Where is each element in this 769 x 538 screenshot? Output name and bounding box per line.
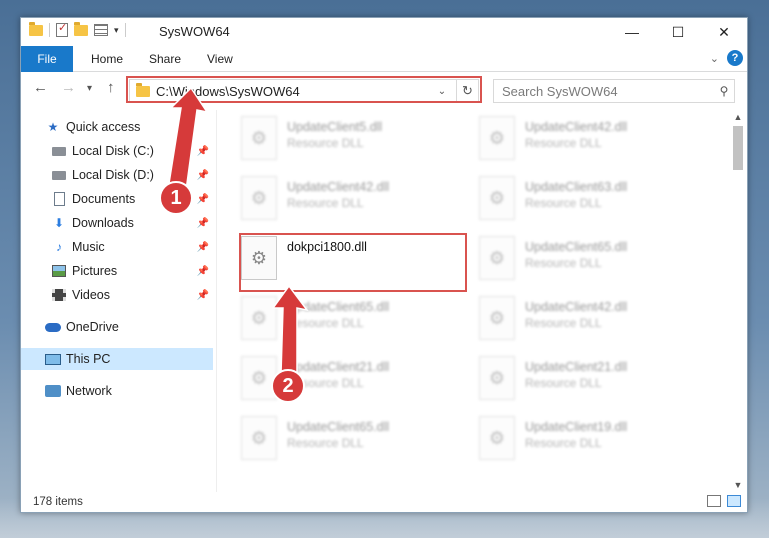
annotation-arrows xyxy=(166,86,309,375)
step-1-badge: 1 xyxy=(159,181,193,215)
file-explorer-window: ▾ SysWOW64 — ☐ ✕ File Home Share View ⌄ … xyxy=(20,17,748,513)
step-2-badge: 2 xyxy=(271,369,305,403)
arrow-2-icon xyxy=(271,284,309,375)
